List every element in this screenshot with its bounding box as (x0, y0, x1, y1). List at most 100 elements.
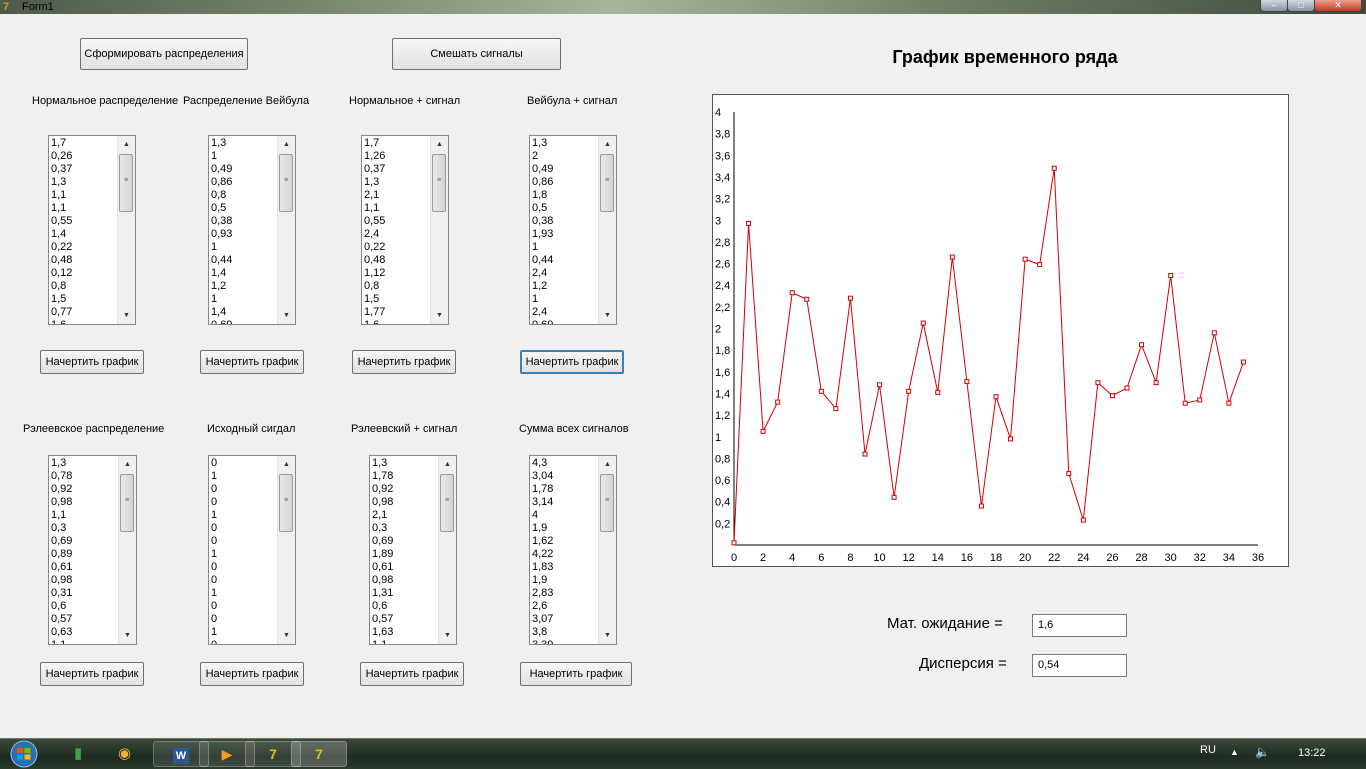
vertical-scrollbar[interactable]: ▲ ≡ ▼ (118, 456, 136, 644)
list-item[interactable]: 4 (532, 509, 597, 522)
list-item[interactable]: 1,6 (51, 319, 116, 324)
plot-button-normal-signal[interactable]: Начертить график (352, 350, 456, 374)
list-item[interactable]: 1,1 (51, 189, 116, 202)
list-item[interactable]: 1,3 (364, 176, 429, 189)
window-titlebar[interactable]: 7 Form1 – □ ✕ (0, 0, 1366, 14)
list-item[interactable]: 1,89 (372, 548, 437, 561)
list-item[interactable]: 1 (211, 587, 276, 600)
list-item[interactable]: 0,44 (532, 254, 597, 267)
list-item[interactable]: 2,1 (372, 509, 437, 522)
list-item[interactable]: 3,14 (532, 496, 597, 509)
list-item[interactable]: 0 (211, 496, 276, 509)
vertical-scrollbar[interactable]: ▲ ≡ ▼ (438, 456, 456, 644)
list-item[interactable]: 0,44 (211, 254, 276, 267)
listbox-weibull-signal[interactable]: 1,3 2 0,49 0,86 1,8 0,5 0,38 1,93 1 0,44 2,4 1,2 1 2,… (529, 135, 617, 325)
vertical-scrollbar[interactable]: ▲ ≡ ▼ (598, 136, 616, 324)
list-item[interactable]: 1,77 (364, 306, 429, 319)
vertical-scrollbar[interactable]: ▲ ≡ ▼ (277, 456, 295, 644)
list-item[interactable]: 3,07 (532, 613, 597, 626)
list-item[interactable]: 1,78 (532, 483, 597, 496)
listbox-normal-signal[interactable]: 1,7 1,26 0,37 1,3 2,1 1,1 0,55 2,4 0,22 0,48 1,12 0… (361, 135, 449, 325)
list-item[interactable]: 0,48 (364, 254, 429, 267)
list-item[interactable]: 0,98 (51, 496, 117, 509)
list-item[interactable]: 1 (532, 293, 597, 306)
plot-button-weibull-signal[interactable]: Начертить график (520, 350, 624, 374)
scroll-up-icon[interactable]: ▲ (431, 136, 448, 153)
scroll-thumb[interactable]: ≡ (279, 154, 293, 212)
scroll-down-icon[interactable]: ▼ (119, 627, 136, 644)
list-item[interactable]: 1,2 (211, 280, 276, 293)
list-item[interactable]: 0,86 (532, 176, 597, 189)
scroll-down-icon[interactable]: ▼ (278, 307, 295, 324)
list-item[interactable]: 1,4 (211, 306, 276, 319)
generate-distributions-button[interactable]: Сформировать распределения (80, 38, 248, 70)
list-item[interactable]: 0 (211, 561, 276, 574)
excel-app-icon[interactable]: ▮ (74, 744, 82, 762)
list-item[interactable]: 0 (211, 457, 276, 470)
scroll-down-icon[interactable]: ▼ (118, 307, 135, 324)
list-item[interactable]: 4,22 (532, 548, 597, 561)
list-item[interactable]: 1 (211, 626, 276, 639)
variance-field[interactable]: 0,54 (1032, 654, 1127, 677)
mean-field[interactable]: 1,6 (1032, 614, 1127, 637)
list-item[interactable]: 1,3 (211, 137, 276, 150)
list-item[interactable]: 1,3 (51, 176, 116, 189)
list-item[interactable]: 2,1 (364, 189, 429, 202)
list-item[interactable]: 1,4 (211, 267, 276, 280)
list-item[interactable]: 1,4 (51, 228, 116, 241)
list-item[interactable]: 1,62 (532, 535, 597, 548)
scroll-down-icon[interactable]: ▼ (599, 627, 616, 644)
list-item[interactable]: 2,6 (532, 600, 597, 613)
vertical-scrollbar[interactable]: ▲ ≡ ▼ (598, 456, 616, 644)
list-item[interactable]: 0,37 (364, 163, 429, 176)
form1-taskbar-button[interactable]: 7 (291, 741, 347, 767)
list-item[interactable]: 4,3 (532, 457, 597, 470)
list-item[interactable]: 1,5 (51, 293, 116, 306)
list-item[interactable]: 2,4 (364, 228, 429, 241)
list-item[interactable]: 1,93 (532, 228, 597, 241)
list-item[interactable]: 1 (211, 293, 276, 306)
list-item[interactable]: 0,26 (51, 150, 116, 163)
list-item[interactable]: 1,3 (372, 457, 437, 470)
list-item[interactable]: 1,9 (532, 574, 597, 587)
start-button[interactable] (5, 739, 43, 769)
list-item[interactable]: 0,86 (211, 176, 276, 189)
list-item[interactable]: 0,98 (372, 574, 437, 587)
list-item[interactable]: 0 (211, 600, 276, 613)
list-item[interactable]: 1,63 (372, 626, 437, 639)
list-item[interactable]: 1,6 (364, 319, 429, 324)
vertical-scrollbar[interactable]: ▲ ≡ ▼ (117, 136, 135, 324)
tray-expand-icon[interactable]: ▲ (1230, 747, 1239, 757)
list-item[interactable]: 2,83 (532, 587, 597, 600)
scroll-thumb[interactable]: ≡ (120, 474, 134, 532)
scroll-thumb[interactable]: ≡ (440, 474, 454, 532)
list-item[interactable]: 1,7 (51, 137, 116, 150)
list-item[interactable]: 1,9 (532, 522, 597, 535)
scroll-up-icon[interactable]: ▲ (278, 456, 295, 473)
list-item[interactable]: 0,3 (372, 522, 437, 535)
list-item[interactable]: 3,39 (532, 639, 597, 644)
scroll-thumb[interactable]: ≡ (119, 154, 133, 212)
close-button[interactable]: ✕ (1314, 0, 1362, 12)
clock[interactable]: 13:22 (1298, 747, 1326, 759)
list-item[interactable]: 0,3 (51, 522, 117, 535)
list-item[interactable]: 0,55 (364, 215, 429, 228)
list-item[interactable]: 3,04 (532, 470, 597, 483)
list-item[interactable]: 1,5 (364, 293, 429, 306)
scroll-up-icon[interactable]: ▲ (119, 456, 136, 473)
mix-signals-button[interactable]: Смешать сигналы (392, 38, 561, 70)
scroll-up-icon[interactable]: ▲ (278, 136, 295, 153)
scroll-up-icon[interactable]: ▲ (118, 136, 135, 153)
list-item[interactable]: 0,98 (51, 574, 117, 587)
list-item[interactable]: 0,61 (372, 561, 437, 574)
chrome-app-icon[interactable]: ◉ (118, 744, 131, 762)
list-item[interactable]: 1 (532, 241, 597, 254)
list-item[interactable]: 0,48 (51, 254, 116, 267)
scroll-thumb[interactable]: ≡ (600, 154, 614, 212)
scroll-up-icon[interactable]: ▲ (599, 136, 616, 153)
list-item[interactable]: 0,22 (364, 241, 429, 254)
plot-button-sum-signals[interactable]: Начертить график (520, 662, 632, 686)
list-item[interactable]: 0,77 (51, 306, 116, 319)
language-indicator[interactable]: RU (1200, 744, 1216, 756)
list-item[interactable]: 1,7 (364, 137, 429, 150)
